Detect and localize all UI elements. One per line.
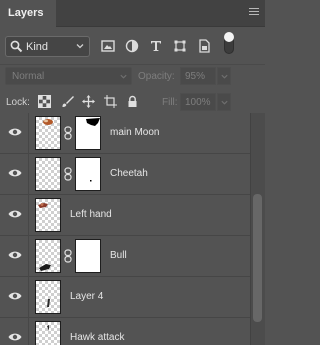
search-icon xyxy=(10,40,23,53)
layer-mask-thumbnail[interactable] xyxy=(75,157,101,191)
lock-label: Lock: xyxy=(6,97,30,108)
layer-thumbnail[interactable] xyxy=(35,280,61,314)
lock-row: Lock: Fill: 100% xyxy=(0,88,265,116)
lock-artboard-icon[interactable] xyxy=(104,95,117,108)
mask-link-icon[interactable] xyxy=(64,167,72,181)
fill-input[interactable]: 100% xyxy=(180,93,216,111)
smart-object-filter-icon[interactable] xyxy=(196,38,212,54)
layer-name[interactable]: Left hand xyxy=(70,209,112,220)
lock-image-pixels-icon[interactable] xyxy=(61,95,74,108)
filter-kind-label: Kind xyxy=(26,41,49,53)
layer-row[interactable]: Left hand xyxy=(0,195,250,236)
fill-label: Fill: xyxy=(162,97,178,108)
eye-icon[interactable] xyxy=(8,209,22,219)
lock-position-icon[interactable] xyxy=(82,95,95,108)
opacity-label: Opacity: xyxy=(138,71,175,82)
lock-all-icon[interactable] xyxy=(126,95,139,108)
layer-thumbnail[interactable] xyxy=(35,116,61,150)
mask-link-icon[interactable] xyxy=(64,249,72,263)
lock-transparent-pixels-icon[interactable] xyxy=(38,95,51,108)
blend-row: Normal Opacity: 95% xyxy=(0,64,265,88)
layer-row[interactable]: Hawk attack xyxy=(0,318,250,345)
tab-layers[interactable]: Layers xyxy=(0,0,56,27)
layer-thumbnail[interactable] xyxy=(35,321,61,345)
opacity-dropdown-button[interactable] xyxy=(217,67,231,85)
shape-filter-icon[interactable] xyxy=(172,38,188,54)
filter-kind-select[interactable]: Kind xyxy=(5,36,90,57)
layer-mask-thumbnail[interactable] xyxy=(75,116,101,150)
layer-name[interactable]: Layer 4 xyxy=(70,291,103,302)
filter-toggle[interactable] xyxy=(224,32,234,56)
layer-row[interactable]: main Moon xyxy=(0,113,250,154)
blend-mode-value: Normal xyxy=(12,71,45,82)
filter-row: Kind xyxy=(0,28,265,64)
mask-link-icon[interactable] xyxy=(64,126,72,140)
layer-mask-thumbnail[interactable] xyxy=(75,239,101,273)
eye-icon[interactable] xyxy=(8,332,22,342)
layer-thumbnail[interactable] xyxy=(35,198,61,232)
chevron-down-icon xyxy=(120,74,127,79)
eye-icon[interactable] xyxy=(8,168,22,178)
layers-list: main Moon Cheetah Left hand Bull Layer 4… xyxy=(0,113,250,345)
chevron-down-icon xyxy=(221,100,228,105)
eye-icon[interactable] xyxy=(8,127,22,137)
fill-dropdown-button[interactable] xyxy=(217,93,231,111)
layer-row[interactable]: Layer 4 xyxy=(0,277,250,318)
layer-name[interactable]: main Moon xyxy=(110,127,159,138)
adjustment-filter-icon[interactable] xyxy=(124,38,140,54)
chevron-down-icon xyxy=(76,44,84,49)
layer-name[interactable]: Hawk attack xyxy=(70,332,124,343)
eye-icon[interactable] xyxy=(8,250,22,260)
layer-name[interactable]: Bull xyxy=(110,250,127,261)
panel-tab-bar: Layers xyxy=(0,0,265,27)
chevron-down-icon xyxy=(221,74,228,79)
type-filter-icon[interactable] xyxy=(148,38,164,54)
layer-row[interactable]: Cheetah xyxy=(0,154,250,195)
layer-thumbnail[interactable] xyxy=(35,157,61,191)
image-filter-icon[interactable] xyxy=(100,38,116,54)
scrollbar-thumb[interactable] xyxy=(253,194,262,322)
eye-icon[interactable] xyxy=(8,291,22,301)
panel-menu-icon[interactable] xyxy=(247,6,261,20)
layer-name[interactable]: Cheetah xyxy=(110,168,148,179)
layer-row[interactable]: Bull xyxy=(0,236,250,277)
layer-thumbnail[interactable] xyxy=(35,239,61,273)
blend-mode-select[interactable]: Normal xyxy=(5,67,132,85)
opacity-input[interactable]: 95% xyxy=(180,67,216,85)
